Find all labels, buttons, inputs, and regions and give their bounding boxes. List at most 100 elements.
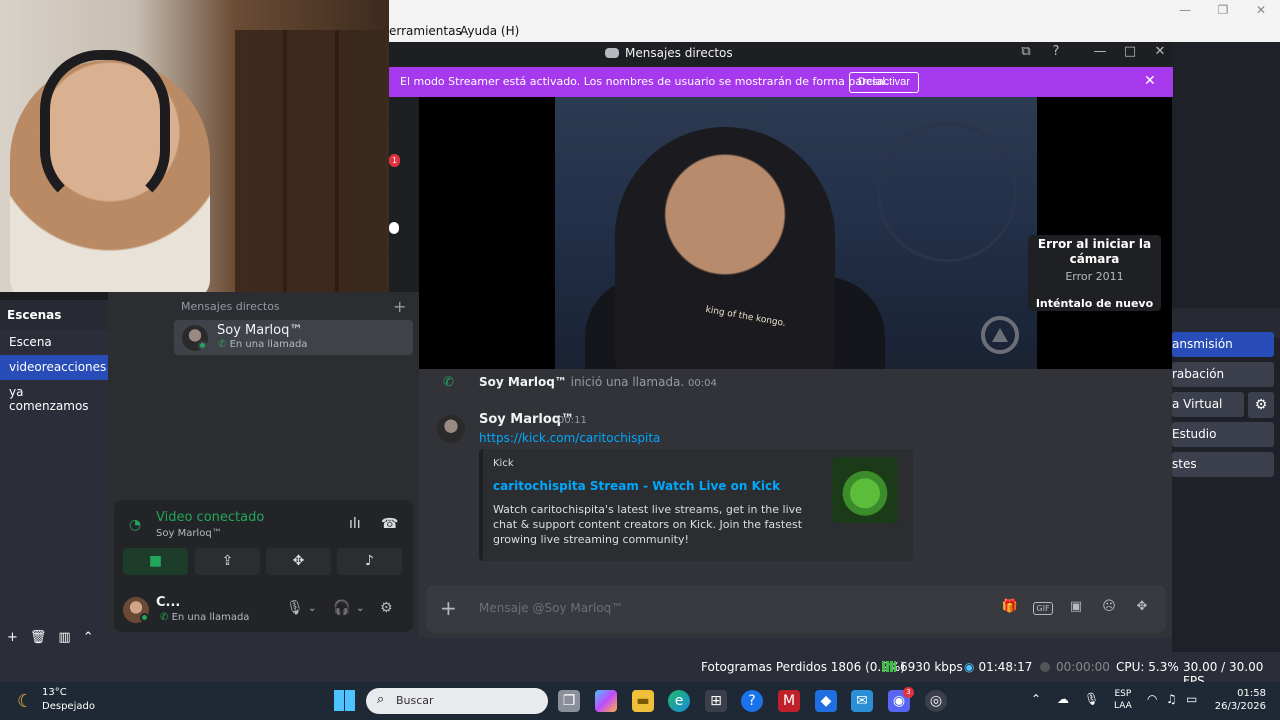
chevron-down-icon[interactable]: ⌄ (308, 603, 316, 614)
activities-icon: ✥ (292, 553, 305, 569)
user-name[interactable]: C... (156, 595, 180, 610)
apps-icon[interactable]: ✥ (1132, 599, 1152, 614)
noise-suppression-icon[interactable]: ılı (349, 516, 361, 532)
add-dm-icon[interactable]: + (393, 297, 406, 316)
message-input[interactable]: Mensaje @Soy Marloq™ (479, 601, 623, 615)
popout-icon[interactable]: ⧉ (1016, 44, 1036, 59)
volume-icon[interactable]: ♫ (1166, 692, 1177, 706)
close-icon[interactable]: ✕ (1144, 73, 1156, 89)
voice-status-title[interactable]: Video conectado (156, 510, 264, 525)
help-app-icon[interactable]: ? (741, 690, 763, 712)
stream-tile-icon[interactable] (981, 316, 1019, 354)
settings-gear-icon[interactable]: ⚙ (380, 600, 393, 616)
start-recording-button[interactable]: rabación (1172, 362, 1274, 387)
disconnect-icon[interactable]: ☎ (381, 516, 398, 532)
dm-status: ✆ En una llamada (218, 339, 308, 350)
obs-app-icon[interactable]: ◎ (925, 690, 947, 712)
chevron-up-icon[interactable]: ⌃ (1031, 692, 1041, 706)
cloud-icon[interactable]: ☁ (1057, 692, 1069, 706)
message-avatar[interactable] (437, 415, 465, 443)
embed-title[interactable]: caritochispita Stream - Watch Live on Ki… (493, 479, 780, 493)
menu-tools[interactable]: erramientas (389, 24, 462, 38)
weather-temp[interactable]: 13°C (42, 687, 67, 698)
activities-button[interactable]: ✥ (266, 548, 331, 575)
windows-start-icon[interactable] (334, 690, 355, 711)
filter-icon[interactable]: ▥ (58, 630, 70, 648)
soundboard-icon: ♪ (365, 553, 374, 569)
online-status-icon (198, 341, 207, 350)
dropbox-icon[interactable]: ◆ (815, 690, 837, 712)
scene-item-videoreacciones[interactable]: videoreacciones (0, 355, 108, 380)
mail-icon[interactable]: ✉ (851, 690, 873, 712)
connection-signal-icon[interactable]: ◔ (129, 517, 141, 533)
close-icon[interactable]: ✕ (1242, 0, 1280, 20)
scene-item-ya-comenzamos[interactable]: ya comenzamos (0, 380, 108, 413)
wifi-icon[interactable]: ◠ (1147, 692, 1157, 706)
soundboard-button[interactable]: ♪ (337, 548, 402, 575)
camera-error-title: Error al iniciar la cámara (1037, 237, 1152, 266)
help-icon[interactable]: ? (1046, 44, 1066, 59)
phone-icon: ✆ (160, 612, 169, 623)
mic-tray-icon[interactable]: 🎙 (1084, 692, 1099, 706)
remote-person (615, 127, 835, 369)
system-clock[interactable]: 01:58 26/3/2026 (1214, 687, 1266, 713)
message-time: 00:11 (558, 415, 587, 426)
dm-header: Mensajes directos (181, 300, 280, 313)
input-language[interactable]: ESP LAA (1114, 688, 1132, 712)
start-streaming-button[interactable]: ansmisión (1172, 332, 1274, 357)
dm-item-soy-marloq[interactable]: Soy Marloq™ ✆ En una llamada (174, 320, 413, 355)
video-call-area[interactable]: king of the kongo. (419, 97, 1172, 369)
scene-item-escena[interactable]: Escena (0, 330, 108, 355)
emoji-icon[interactable]: ☹ (1099, 599, 1119, 614)
task-view-icon[interactable]: ❐ (558, 690, 580, 712)
edge-icon[interactable]: e (668, 690, 690, 712)
studio-mode-button[interactable]: Estudio (1172, 422, 1274, 447)
virtual-camera-button[interactable]: a Virtual (1172, 392, 1244, 417)
headphones-icon[interactable]: 🎧 (333, 600, 350, 616)
embed-description: Watch caritochispita's latest live strea… (493, 503, 803, 546)
camera-button[interactable]: ■ (123, 548, 188, 575)
store-icon[interactable]: ⊞ (705, 690, 727, 712)
move-up-icon[interactable]: ⌃ (83, 630, 94, 648)
user-panel: C... ✆ En una llamada 🎙 ⌄ 🎧 ⌄ ⚙ (114, 588, 413, 632)
record-icon (1040, 662, 1050, 672)
maximize-icon[interactable]: □ (1120, 44, 1140, 59)
screen-share-button[interactable]: ⇪ (195, 548, 260, 575)
message-input-bar: + Mensaje @Soy Marloq™ 🎁 GIF ▣ ☹ ✥ (426, 585, 1166, 633)
message-link[interactable]: https://kick.com/caritochispita (479, 431, 660, 445)
gift-icon[interactable]: 🎁 (1000, 599, 1020, 614)
menu-help[interactable]: Ayuda (H) (460, 24, 519, 38)
microphone-icon[interactable]: 🎙 (286, 600, 304, 616)
call-started-message: Soy Marloq™ inició una llamada. 00:04 (479, 375, 717, 389)
mcafee-icon[interactable]: M (778, 690, 800, 712)
retry-button[interactable]: Inténtalo de nuevo (1028, 297, 1161, 310)
remove-scene-icon[interactable]: 🗑 (30, 630, 47, 648)
chevron-down-icon[interactable]: ⌄ (356, 603, 364, 614)
signal-icon (882, 661, 896, 672)
taskbar-search[interactable]: ⌕ Buscar (366, 688, 548, 714)
minimize-icon[interactable]: — (1090, 44, 1110, 59)
remote-video-feed[interactable]: king of the kongo. (555, 97, 1037, 369)
minimize-icon[interactable]: — (1166, 0, 1204, 20)
screen-share-icon: ⇪ (221, 553, 234, 569)
restore-icon[interactable]: ❐ (1204, 0, 1242, 20)
add-scene-icon[interactable]: + (7, 630, 18, 648)
weather-desc[interactable]: Despejado (42, 701, 95, 712)
discord-app-icon[interactable]: ◉ 3 (888, 687, 914, 712)
moon-icon[interactable]: ☾ (17, 691, 33, 712)
file-explorer-icon[interactable]: ▬ (632, 690, 654, 712)
scenes-header: Escenas (0, 300, 108, 330)
embed-thumbnail[interactable] (832, 457, 898, 523)
deactivate-button[interactable]: Desactivar (849, 72, 919, 93)
copilot-icon[interactable] (595, 690, 617, 712)
bitrate: 6930 kbps (882, 660, 963, 674)
settings-button[interactable]: stes (1172, 452, 1274, 477)
server-icon[interactable] (389, 222, 399, 234)
streamer-mode-text: El modo Streamer está activado. Los nomb… (400, 75, 889, 88)
gif-icon[interactable]: GIF (1033, 602, 1053, 615)
battery-icon[interactable]: ▭ (1186, 692, 1197, 706)
close-icon[interactable]: ✕ (1150, 44, 1170, 59)
gear-icon[interactable]: ⚙ (1248, 392, 1274, 418)
attach-plus-icon[interactable]: + (440, 596, 457, 620)
sticker-icon[interactable]: ▣ (1066, 599, 1086, 614)
